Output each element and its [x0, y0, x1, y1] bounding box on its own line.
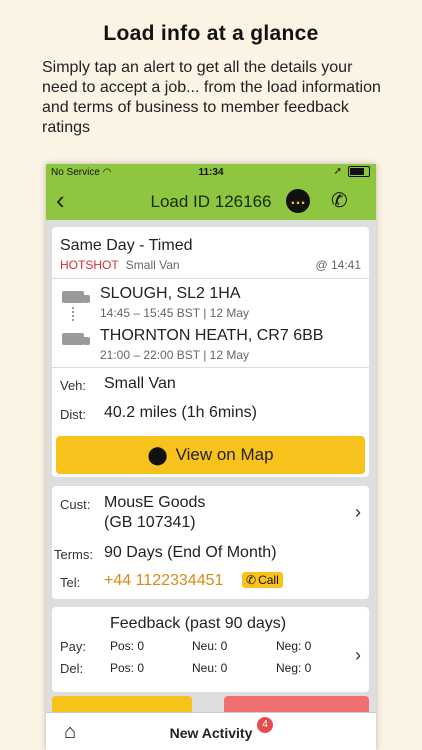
del-neg: Neg: 0 [276, 661, 312, 675]
view-on-map-button[interactable]: ⬤ View on Map [56, 436, 365, 474]
nav-bar: ‹ Load ID 126166 … ✆ [46, 182, 376, 220]
pay-pos: Pos: 0 [110, 639, 145, 653]
del-pos: Pos: 0 [110, 661, 145, 675]
view-on-map-label: View on Map [175, 445, 274, 464]
terms-value: 90 Days (End Of Month) [104, 544, 277, 561]
pickup-window: 14:45 – 15:45 BST | 12 May [100, 306, 249, 320]
chat-icon[interactable]: … [286, 189, 310, 213]
dist-value: 40.2 miles (1h 6mins) [104, 404, 257, 421]
tel-value[interactable]: +44 1122334451 [104, 572, 223, 590]
clock: 11:34 [198, 167, 224, 178]
status-icons: ➚ [334, 166, 370, 177]
veh-value: Small Van [104, 375, 176, 392]
tab-bar: ⌂ New Activity 4 [46, 712, 376, 750]
dropoff-place: THORNTON HEATH, CR7 6BB [100, 327, 324, 344]
del-neu: Neu: 0 [192, 661, 228, 675]
tab-new-activity[interactable]: New Activity [46, 725, 376, 741]
promo-title: Load info at a glance [103, 22, 319, 45]
promo-description: Simply tap an alert to get all the detai… [42, 59, 381, 136]
chevron-right-icon[interactable]: › [355, 645, 361, 666]
terms-label: Terms: [54, 547, 93, 562]
tel-label: Tel: [60, 575, 81, 590]
status-bar: No Service ◠ 11:34 ➚ [46, 164, 376, 182]
customer-name: MousE Goods [104, 494, 206, 511]
phone-screen: No Service ◠ 11:34 ➚ ‹ Load ID 126166 … … [46, 164, 376, 750]
phone-icon[interactable]: ✆ [331, 188, 348, 213]
customer-code: (GB 107341) [104, 514, 196, 531]
route-connector [72, 307, 76, 321]
vehicle-small: Small Van [125, 258, 180, 272]
divider [52, 278, 369, 279]
pickup-truck-icon [62, 291, 90, 303]
del-label: Del: [60, 661, 84, 676]
veh-label: Veh: [60, 378, 87, 393]
phone-icon: ✆ [246, 573, 257, 587]
divider [52, 367, 369, 368]
dropoff-window: 21:00 – 22:00 BST | 12 May [100, 348, 249, 362]
pay-neg: Neg: 0 [276, 639, 312, 653]
dist-label: Dist: [60, 407, 86, 422]
load-details-card: Same Day - Timed HOTSHOT Small Van @ 14:… [52, 227, 369, 477]
cust-label: Cust: [60, 497, 91, 512]
load-type: Same Day - Timed [60, 237, 193, 254]
customer-card[interactable]: Cust: MousE Goods (GB 107341) › Terms: 9… [52, 486, 369, 599]
dropoff-truck-icon [62, 333, 90, 345]
battery-icon [348, 166, 370, 177]
pickup-place: SLOUGH, SL2 1HA [100, 285, 241, 302]
feedback-card[interactable]: Feedback (past 90 days) › Pay: Pos: 0 Ne… [52, 607, 369, 692]
chevron-right-icon[interactable]: › [355, 502, 361, 523]
pay-neu: Neu: 0 [192, 639, 228, 653]
location-icon: ➚ [333, 166, 342, 177]
feedback-title: Feedback (past 90 days) [110, 615, 287, 632]
posted-time: @ 14:41 [315, 258, 361, 272]
activity-count-badge: 4 [257, 717, 273, 733]
page-title: Load ID 126166 [150, 192, 272, 211]
map-pin-icon: ⬤ [147, 444, 168, 465]
hotshot-tag: HOTSHOT [60, 258, 119, 272]
call-button[interactable]: ✆ Call [242, 572, 283, 588]
call-label: Call [258, 573, 279, 587]
pay-label: Pay: [60, 639, 87, 654]
